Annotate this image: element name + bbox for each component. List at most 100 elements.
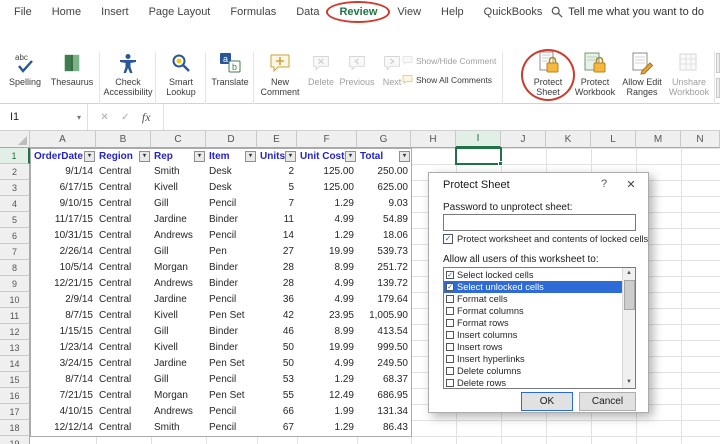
row-header-15[interactable]: 15 — [0, 372, 30, 388]
cell[interactable]: Pencil — [206, 372, 258, 389]
cell[interactable]: Smith — [151, 420, 207, 437]
cell[interactable]: Central — [96, 164, 152, 181]
cell[interactable]: Andrews — [151, 228, 207, 245]
cell[interactable]: Binder — [206, 276, 258, 293]
option-checkbox[interactable]: ✓ — [446, 283, 454, 291]
row-header-18[interactable]: 18 — [0, 420, 30, 436]
cell[interactable]: Morgan — [151, 388, 207, 405]
cell[interactable]: 46 — [257, 324, 298, 341]
cell[interactable]: 8.99 — [297, 260, 358, 277]
row-header-5[interactable]: 5 — [0, 212, 30, 228]
cell[interactable]: Desk — [206, 164, 258, 181]
cell[interactable]: 1.29 — [297, 196, 358, 213]
cell[interactable]: 4.99 — [297, 356, 358, 373]
option-format-columns[interactable]: Format columns — [444, 305, 622, 317]
option-format-cells[interactable]: Format cells — [444, 293, 622, 305]
filter-button[interactable]: ▾ — [84, 151, 95, 162]
row-header-17[interactable]: 17 — [0, 404, 30, 420]
cell[interactable]: Binder — [206, 212, 258, 229]
row-header-8[interactable]: 8 — [0, 260, 30, 276]
new-comment-button[interactable]: New Comment — [257, 51, 303, 97]
cell[interactable]: 131.34 — [357, 404, 412, 421]
option-select-locked-cells[interactable]: ✓ Select locked cells — [444, 269, 622, 281]
cell[interactable]: Gill — [151, 196, 207, 213]
close-button[interactable]: ✕ — [622, 178, 640, 194]
option-checkbox[interactable]: ✓ — [446, 271, 454, 279]
cell[interactable]: Gill — [151, 372, 207, 389]
cell[interactable]: 1.29 — [297, 420, 358, 437]
cell[interactable]: 27 — [257, 244, 298, 261]
cell[interactable]: Pen Set — [206, 356, 258, 373]
cell[interactable]: 1.99 — [297, 404, 358, 421]
cell[interactable]: 4.99 — [297, 292, 358, 309]
cell[interactable]: 413.54 — [357, 324, 412, 341]
column-header-C[interactable]: C — [151, 131, 206, 148]
cell[interactable]: 50 — [257, 340, 298, 357]
cell[interactable]: 4/10/15 — [30, 404, 97, 421]
cell[interactable]: 11/17/15 — [30, 212, 97, 229]
password-input[interactable] — [443, 214, 636, 231]
cell[interactable]: 1,005.90 — [357, 308, 412, 325]
allow-edit-ranges-button[interactable]: Allow Edit Ranges — [620, 51, 664, 97]
cancel-button[interactable]: Cancel — [579, 392, 636, 411]
option-checkbox[interactable] — [446, 367, 454, 375]
table-header-cell[interactable]: Total ▾ — [357, 148, 412, 165]
enter-icon[interactable]: ✓ — [121, 112, 129, 123]
cell[interactable]: Central — [96, 308, 152, 325]
option-checkbox[interactable] — [446, 379, 454, 387]
table-header-cell[interactable]: Region ▾ — [96, 148, 152, 165]
selected-cell-I1[interactable] — [455, 147, 502, 165]
scroll-thumb[interactable] — [624, 280, 635, 310]
cell[interactable]: 3/24/15 — [30, 356, 97, 373]
cell[interactable]: 125.00 — [297, 164, 358, 181]
tab-help[interactable]: Help — [431, 0, 474, 24]
cell[interactable]: Jardine — [151, 212, 207, 229]
scroll-down-icon[interactable]: ▼ — [623, 377, 635, 388]
table-header-cell[interactable]: Units ▾ — [257, 148, 298, 165]
cell[interactable]: 9/10/15 — [30, 196, 97, 213]
cell[interactable]: Pencil — [206, 404, 258, 421]
cell[interactable]: 4.99 — [297, 276, 358, 293]
cell[interactable]: Central — [96, 324, 152, 341]
row-header-2[interactable]: 2 — [0, 164, 30, 180]
filter-button[interactable]: ▾ — [345, 151, 356, 162]
cell[interactable]: Central — [96, 420, 152, 437]
option-delete-rows[interactable]: Delete rows — [444, 377, 622, 388]
option-insert-hyperlinks[interactable]: Insert hyperlinks — [444, 353, 622, 365]
cell[interactable]: 42 — [257, 308, 298, 325]
show-all-comments-button[interactable]: Show All Comments — [402, 74, 500, 85]
option-insert-columns[interactable]: Insert columns — [444, 329, 622, 341]
cell[interactable]: 2 — [257, 164, 298, 181]
tab-home[interactable]: Home — [42, 0, 91, 24]
cell[interactable]: 9/1/14 — [30, 164, 97, 181]
cell[interactable]: Central — [96, 404, 152, 421]
cell[interactable]: 686.95 — [357, 388, 412, 405]
cell[interactable]: Pen Set — [206, 308, 258, 325]
cell[interactable]: Binder — [206, 324, 258, 341]
clipped-ribbon-button[interactable] — [716, 78, 720, 98]
tab-view[interactable]: View — [387, 0, 431, 24]
cell[interactable]: Central — [96, 388, 152, 405]
cell[interactable]: Morgan — [151, 260, 207, 277]
cell[interactable]: 11 — [257, 212, 298, 229]
cell[interactable]: Pencil — [206, 228, 258, 245]
cell[interactable]: Central — [96, 244, 152, 261]
cell[interactable]: 7 — [257, 196, 298, 213]
row-header-6[interactable]: 6 — [0, 228, 30, 244]
column-header-G[interactable]: G — [357, 131, 411, 148]
cell[interactable]: Central — [96, 212, 152, 229]
option-select-unlocked-cells[interactable]: ✓ Select unlocked cells — [444, 281, 622, 293]
cell[interactable]: 54.89 — [357, 212, 412, 229]
tab-file[interactable]: File — [4, 0, 42, 24]
select-all-corner[interactable] — [0, 131, 30, 148]
column-header-H[interactable]: H — [411, 131, 456, 148]
name-box[interactable]: I1 ▾ — [0, 104, 88, 130]
column-header-E[interactable]: E — [257, 131, 297, 148]
cell[interactable]: 12/21/15 — [30, 276, 97, 293]
row-header-10[interactable]: 10 — [0, 292, 30, 308]
tell-me-search[interactable]: Tell me what you want to do — [551, 0, 704, 24]
cell[interactable]: 28 — [257, 260, 298, 277]
column-header-K[interactable]: K — [546, 131, 591, 148]
cell[interactable]: 28 — [257, 276, 298, 293]
cell[interactable]: 8/7/15 — [30, 308, 97, 325]
